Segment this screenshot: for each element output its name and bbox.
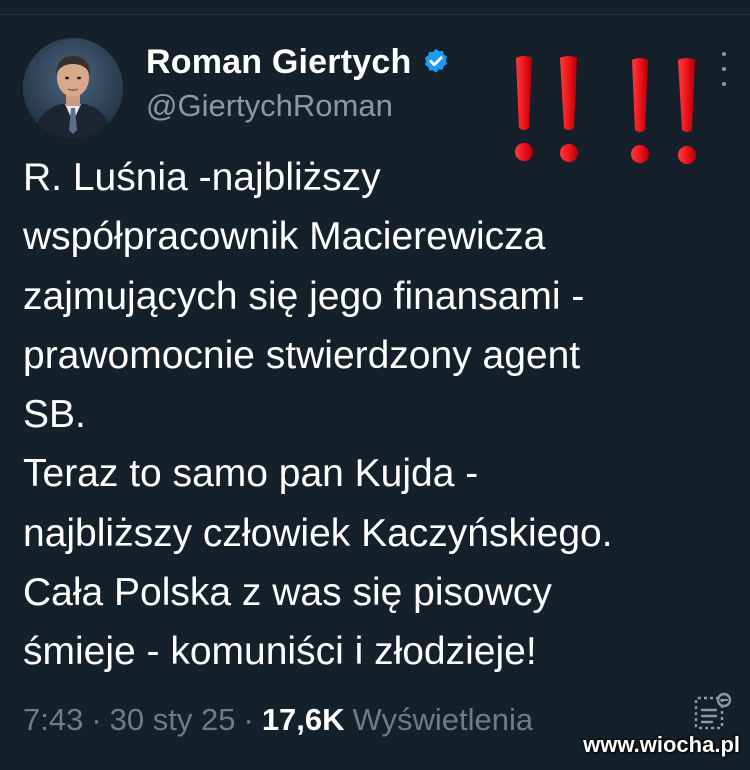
tweet-time[interactable]: 7:43: [23, 702, 83, 738]
meta-separator: ·: [243, 702, 254, 737]
watermark: www.wiocha.pl: [583, 732, 740, 757]
meta-separator: ·: [91, 702, 102, 737]
tweet-text-line: SB.: [23, 393, 86, 437]
tweet-text-line: zajmujących się jego finansami -: [23, 274, 585, 318]
tweet-text-line: Teraz to samo pan Kujda -: [23, 452, 479, 496]
more-options-icon[interactable]: [714, 52, 734, 86]
views-label: Wyświetlenia: [352, 702, 534, 737]
author-handle[interactable]: @GiertychRoman: [146, 88, 393, 124]
avatar[interactable]: [23, 38, 123, 138]
tweet-card: Roman Giertych @GiertychRoman R. Luśnia …: [0, 0, 750, 770]
tweet-text-line: R. Luśnia -najbliższy: [23, 156, 381, 199]
dot: [722, 67, 726, 71]
views-count[interactable]: 17,6K: [262, 702, 345, 738]
tweet-text-line: prawomocnie stwierdzony agent: [23, 333, 581, 377]
dot: [722, 82, 726, 86]
tweet-text: R. Luśnia -najbliższy współpracownik Mac…: [23, 148, 738, 682]
author-display-name[interactable]: Roman Giertych: [146, 43, 411, 82]
tweet-date[interactable]: 30 sty 25: [110, 702, 236, 738]
author-name-row: Roman Giertych: [146, 40, 451, 84]
verified-badge-icon[interactable]: [421, 47, 451, 77]
tweet-meta: 7:43 · 30 sty 25 · 17,6K Wyświetlenia: [23, 698, 533, 742]
tweet-text-line: Cała Polska z was się pisowcy: [23, 571, 552, 615]
analytics-icon[interactable]: [690, 690, 734, 734]
tweet-text-line: współpracownik Macierewicza: [23, 215, 546, 259]
tweet-text-line: najbliższy człowiek Kaczyńskiego.: [23, 511, 613, 555]
avatar-portrait-icon: [23, 38, 123, 138]
dot: [722, 52, 726, 56]
divider: [0, 14, 750, 15]
tweet-text-line: śmieje - komuniści i złodzieje!: [23, 630, 537, 674]
